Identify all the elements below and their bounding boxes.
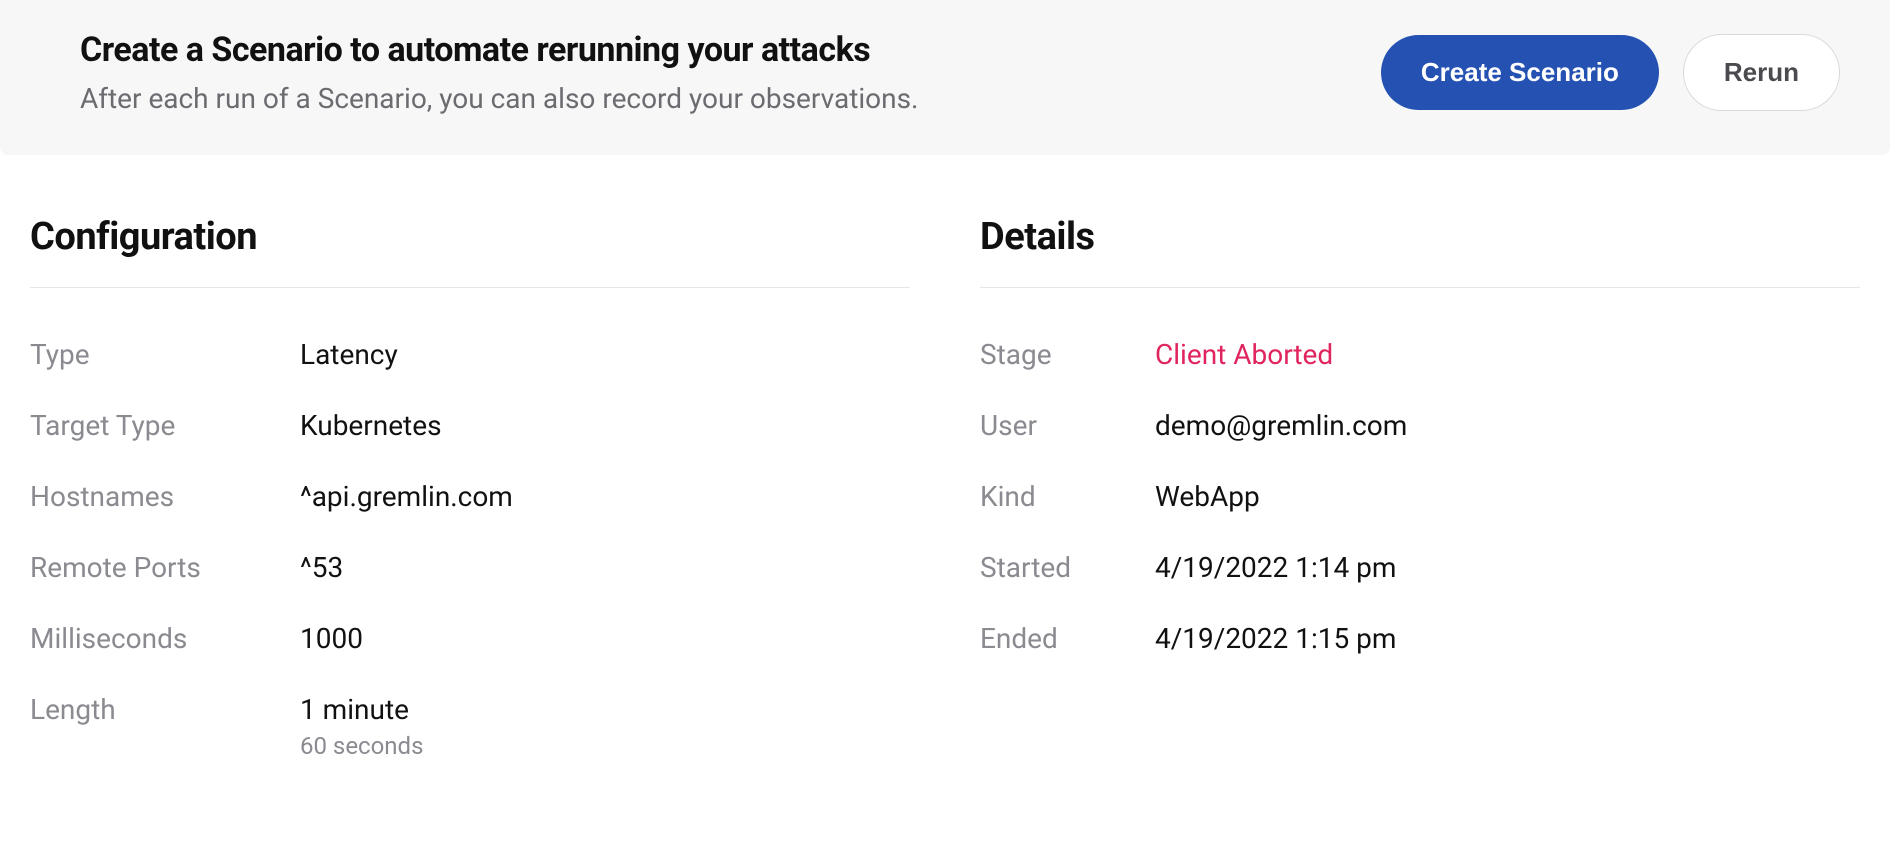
config-value-remote-ports: ^53 bbox=[300, 551, 343, 584]
details-value-started: 4/19/2022 1:14 pm bbox=[1155, 551, 1396, 584]
banner-subtitle: After each run of a Scenario, you can al… bbox=[80, 82, 918, 115]
configuration-section: Configuration Type Latency Target Type K… bbox=[30, 215, 910, 798]
banner-actions: Create Scenario Rerun bbox=[1381, 34, 1840, 111]
details-label-stage: Stage bbox=[980, 338, 1155, 371]
config-value-milliseconds: 1000 bbox=[300, 622, 363, 655]
config-label-remote-ports: Remote Ports bbox=[30, 551, 300, 584]
config-row-target-type: Target Type Kubernetes bbox=[30, 409, 910, 442]
config-row-milliseconds: Milliseconds 1000 bbox=[30, 622, 910, 655]
banner-text: Create a Scenario to automate rerunning … bbox=[80, 30, 918, 115]
config-row-type: Type Latency bbox=[30, 338, 910, 371]
config-value-length-sub: 60 seconds bbox=[300, 732, 423, 760]
configuration-heading: Configuration bbox=[30, 215, 910, 288]
create-scenario-button[interactable]: Create Scenario bbox=[1381, 35, 1659, 110]
config-value-target-type: Kubernetes bbox=[300, 409, 442, 442]
details-row-started: Started 4/19/2022 1:14 pm bbox=[980, 551, 1860, 584]
config-row-length: Length 1 minute 60 seconds bbox=[30, 693, 910, 760]
config-label-hostnames: Hostnames bbox=[30, 480, 300, 513]
details-heading: Details bbox=[980, 215, 1860, 288]
details-label-started: Started bbox=[980, 551, 1155, 584]
details-value-kind: WebApp bbox=[1155, 480, 1260, 513]
config-value-length: 1 minute bbox=[300, 693, 423, 726]
details-label-kind: Kind bbox=[980, 480, 1155, 513]
details-value-ended: 4/19/2022 1:15 pm bbox=[1155, 622, 1396, 655]
details-value-user: demo@gremlin.com bbox=[1155, 409, 1407, 442]
content-columns: Configuration Type Latency Target Type K… bbox=[0, 155, 1890, 798]
details-row-user: User demo@gremlin.com bbox=[980, 409, 1860, 442]
details-row-stage: Stage Client Aborted bbox=[980, 338, 1860, 371]
config-label-type: Type bbox=[30, 338, 300, 371]
details-section: Details Stage Client Aborted User demo@g… bbox=[980, 215, 1860, 798]
config-label-milliseconds: Milliseconds bbox=[30, 622, 300, 655]
config-row-remote-ports: Remote Ports ^53 bbox=[30, 551, 910, 584]
config-row-hostnames: Hostnames ^api.gremlin.com bbox=[30, 480, 910, 513]
config-value-hostnames: ^api.gremlin.com bbox=[300, 480, 513, 513]
banner-title: Create a Scenario to automate rerunning … bbox=[80, 30, 918, 70]
details-label-user: User bbox=[980, 409, 1155, 442]
config-value-type: Latency bbox=[300, 338, 398, 371]
config-label-target-type: Target Type bbox=[30, 409, 300, 442]
config-label-length: Length bbox=[30, 693, 300, 726]
details-row-kind: Kind WebApp bbox=[980, 480, 1860, 513]
scenario-banner: Create a Scenario to automate rerunning … bbox=[0, 0, 1890, 155]
details-value-stage: Client Aborted bbox=[1155, 338, 1333, 371]
rerun-button[interactable]: Rerun bbox=[1683, 34, 1840, 111]
details-row-ended: Ended 4/19/2022 1:15 pm bbox=[980, 622, 1860, 655]
details-label-ended: Ended bbox=[980, 622, 1155, 655]
